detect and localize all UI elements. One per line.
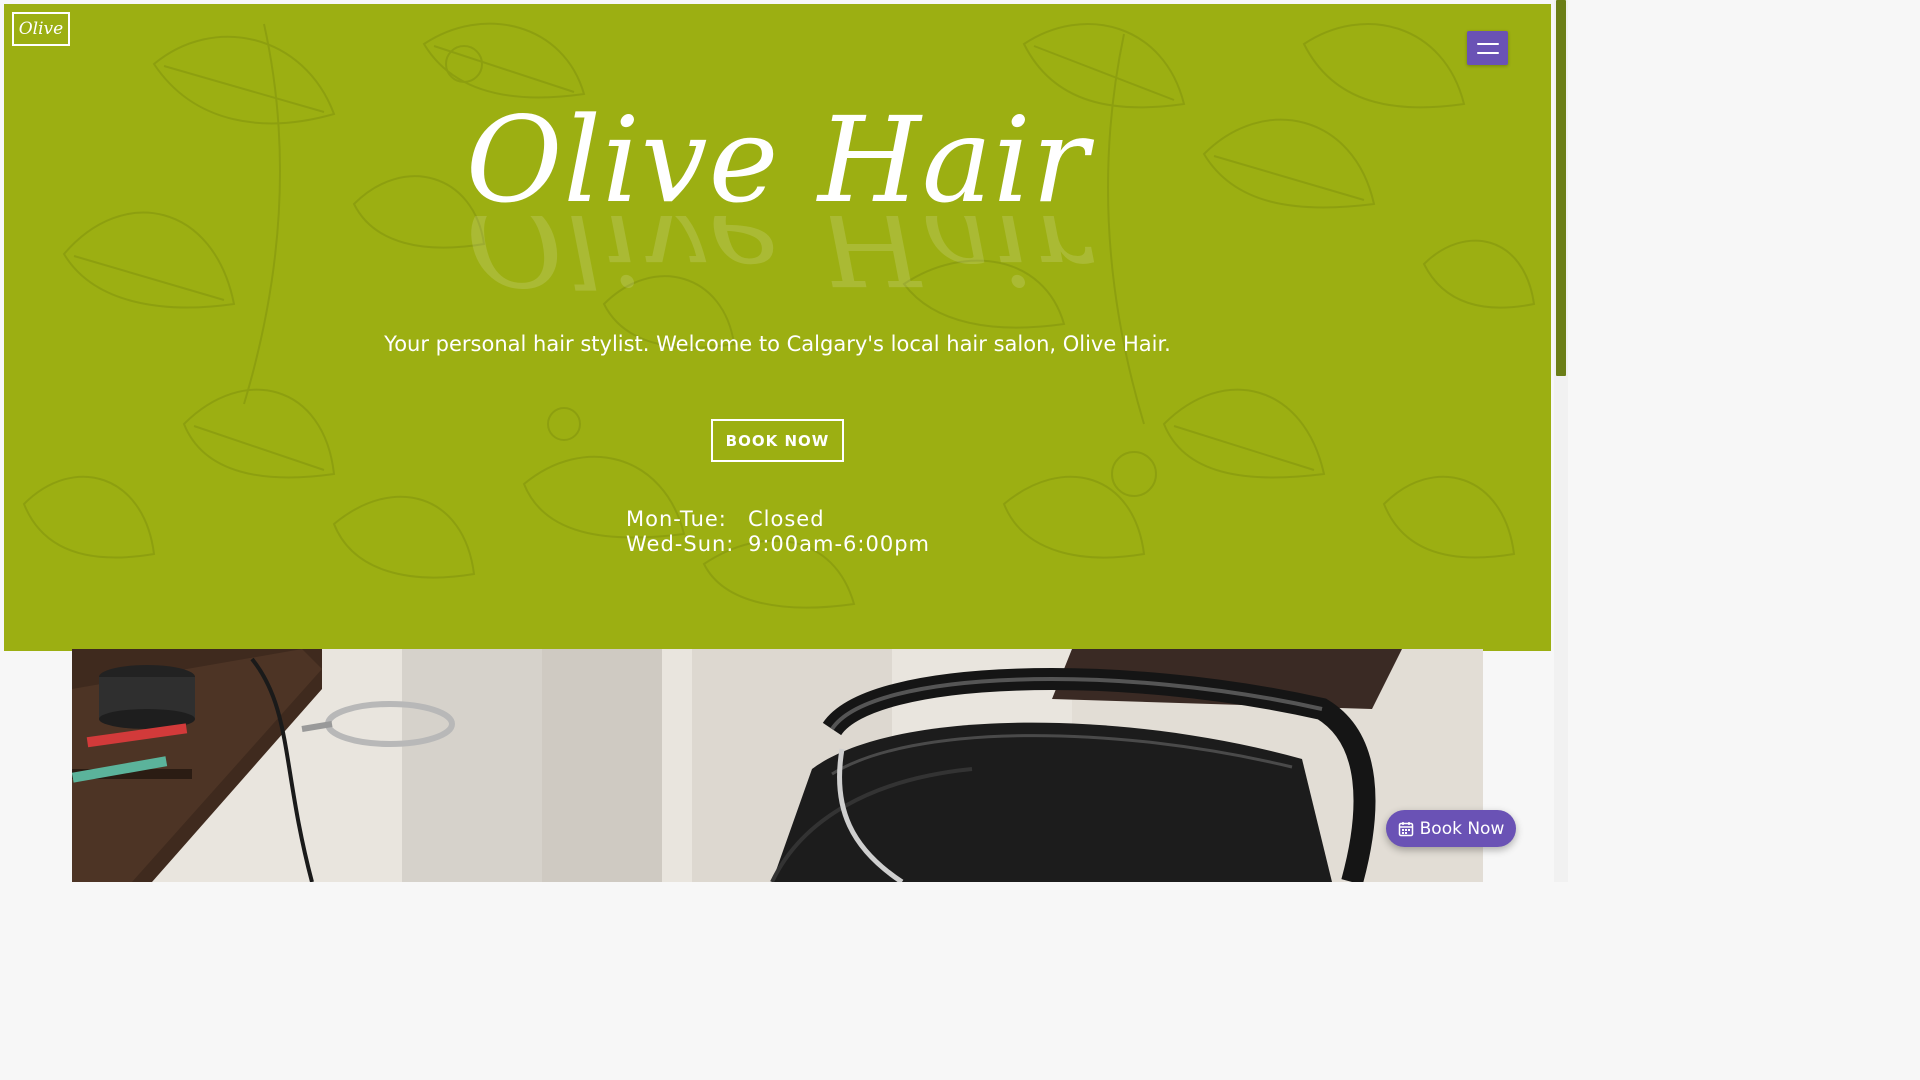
brand-logo-text: Olive [18, 19, 64, 39]
brand-logo-small[interactable]: Olive [12, 12, 70, 46]
hamburger-icon-line [1476, 51, 1499, 54]
hamburger-icon-line [1476, 42, 1499, 45]
page-scrollbar[interactable] [1554, 0, 1568, 882]
calendar-icon [1398, 821, 1413, 836]
menu-button[interactable] [1467, 31, 1508, 65]
hero-tagline: Your personal hair stylist. Welcome to C… [384, 332, 1171, 356]
hero-title: Olive Hair [465, 91, 1090, 229]
hours-days: Mon-Tue: [626, 507, 727, 531]
book-now-button[interactable]: BOOK NOW [711, 419, 844, 462]
salon-chair-illustration [72, 649, 1483, 882]
page: Olive Olive Hair Olive Hair Your persona… [0, 0, 1568, 882]
salon-chair-photo [72, 649, 1483, 882]
hero-title-reflection-text: Olive Hair [465, 216, 1090, 306]
floating-book-now-button[interactable]: Book Now [1386, 810, 1516, 847]
hours-days: Wed-Sun: [626, 532, 735, 556]
hero-section: Olive Olive Hair Olive Hair Your persona… [4, 4, 1551, 651]
hero-title-reflection: Olive Hair [4, 216, 1551, 306]
hours-time: Closed [748, 507, 825, 531]
floating-book-now-label: Book Now [1419, 818, 1505, 839]
hours-row: Mon-Tue: Closed [626, 507, 930, 532]
opening-hours: Mon-Tue: Closed Wed-Sun: 9:00am-6:00pm [626, 507, 930, 557]
hours-time: 9:00am-6:00pm [748, 532, 931, 556]
hours-row: Wed-Sun: 9:00am-6:00pm [626, 532, 930, 557]
scrollbar-thumb[interactable] [1556, 0, 1566, 376]
